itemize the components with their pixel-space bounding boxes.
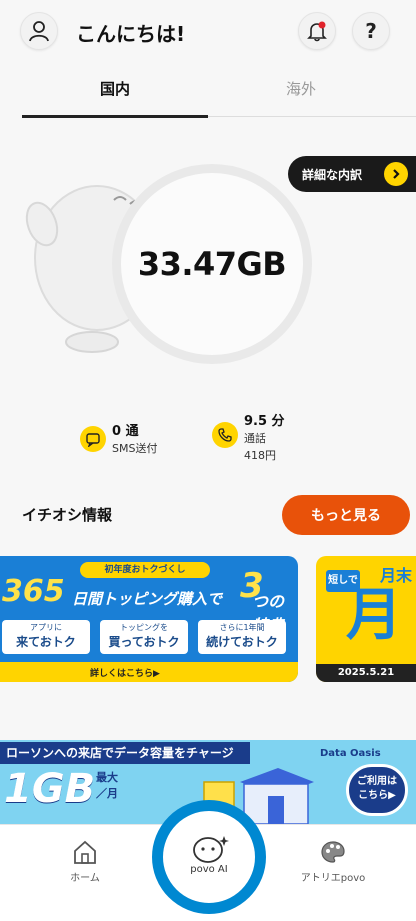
banner-detail-link[interactable]: 詳しくはこちら▶ [90,666,160,679]
usage-detail-button[interactable]: 詳細な内訳 [288,156,416,192]
profile-button[interactable] [20,12,58,50]
benefit-main: 来ておトク [16,635,76,649]
banner-365: 365 [2,574,65,609]
tab-divider [208,116,416,117]
phone-icon [212,422,238,448]
data-remaining-value: 33.47GB [137,245,287,283]
nav-atelier[interactable]: アトリエpovo [288,839,378,884]
benefit-main: 買っておトク [108,635,180,649]
benefit-small: トッピングを [120,623,168,632]
call-stat: 9.5 分 通話 418円 [212,410,285,463]
nav-povo-ai-label[interactable]: povo AI [176,864,242,875]
recommend-title: イチオシ情報 [22,506,113,524]
benefit-box: アプリに 来ておトク [2,620,90,654]
campaign-banner-365[interactable]: 初年度おトクづくし 365 日間トッピング購入で 3 つの特典 アプリに 来てお… [0,556,298,682]
banner2-big: 月 [346,583,402,648]
lawson-max-bottom: ／月 [96,787,118,800]
povo-ai-icon [193,836,229,863]
nav-home-label: ホーム [70,873,100,884]
benefit-small: アプリに [30,623,62,632]
home-icon [74,840,96,864]
nav-home[interactable]: ホーム [40,839,130,884]
more-button[interactable]: もっと見る [282,495,410,535]
nav-atelier-label: アトリエpovo [300,873,366,884]
notification-button[interactable] [298,12,336,50]
banner-subtitle: 日間トッピング購入で [72,590,223,608]
call-minutes: 9.5 分 [244,414,285,429]
app-screen: こんにちは! ? 国内 海外 詳細な内訳 33.47GB 0 通 SMS送付 9… [0,0,416,921]
sms-stat: 0 通 SMS送付 [80,420,157,456]
benefit-main: 続けておトク [206,635,278,649]
lawson-max-top: 最大 [96,771,118,784]
sms-count: 0 通 [112,424,139,439]
lawson-detail-button[interactable]: ご利用は こちら▶ [346,764,408,816]
lawson-gb: 1GB [4,766,96,812]
help-icon: ? [365,19,377,43]
data-oasis-logo: Data Oasis [320,748,381,759]
lawson-max: 最大 ／月 [96,770,118,802]
palette-icon [321,841,345,863]
usage-detail-label: 詳細な内訳 [302,167,363,182]
benefit-box: さらに1年間 続けておトク [198,620,286,654]
data-usage-ring: 33.47GB [112,164,312,364]
tab-domestic[interactable]: 国内 [22,78,208,99]
sms-icon [80,426,106,452]
banner-tagline: 初年度おトクづくし [80,562,210,578]
bell-icon [307,21,327,42]
header: こんにちは! ? [0,0,416,60]
help-button[interactable]: ? [352,12,390,50]
call-price: 418円 [244,449,276,462]
region-tabs: 国内 海外 [22,78,416,120]
active-tab-indicator [22,115,208,118]
user-icon [29,21,49,42]
tab-overseas[interactable]: 海外 [208,78,394,99]
call-label: 通話 [244,432,266,445]
banner2-date: 2025.5.21 [316,664,416,682]
benefit-small: さらに1年間 [219,623,265,632]
greeting-title: こんにちは! [76,22,186,46]
campaign-banner-monthend[interactable]: 短しで 月末 月 2025.5.21 [316,556,416,682]
sms-label: SMS送付 [112,442,158,455]
benefit-box: トッピングを 買っておトク [100,620,188,654]
chevron-right-icon [384,162,408,186]
